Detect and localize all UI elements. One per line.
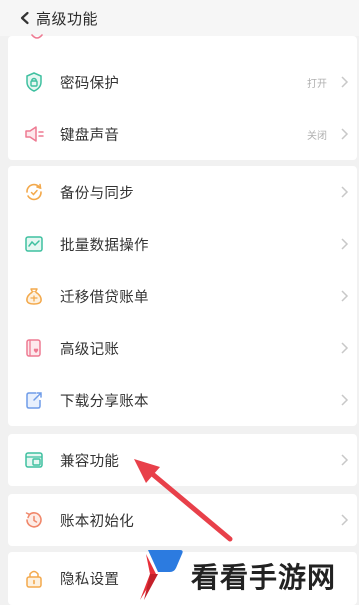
migrate-loan-label: 迁移借贷账单 [60, 289, 149, 306]
chevron-right-icon [341, 454, 349, 466]
lock-shield-icon [22, 70, 46, 94]
data-section: 备份与同步 批量数据操作 迁移借贷账单 高级记账 下载分享账本 [8, 166, 357, 426]
batch-data-row[interactable]: 批量数据操作 [8, 218, 357, 270]
advanced-bookkeeping-row[interactable]: 高级记账 [8, 322, 357, 374]
watermark-logo-icon [140, 550, 183, 600]
password-protection-value: 打开 [307, 78, 327, 90]
top-bar: 高级功能 [0, 0, 359, 36]
backup-sync-label: 备份与同步 [60, 185, 134, 202]
chevron-right-icon [341, 128, 349, 140]
batch-data-label: 批量数据操作 [60, 237, 149, 254]
keyboard-sound-row[interactable]: 键盘声音 关闭 [8, 108, 357, 160]
back-icon[interactable] [18, 11, 32, 25]
watermark: 看看手游网 [128, 540, 359, 605]
keyboard-sound-label: 键盘声音 [60, 127, 120, 144]
sync-icon [22, 180, 46, 204]
page-title: 高级功能 [36, 9, 99, 28]
chevron-right-icon [341, 290, 349, 302]
reset-clock-icon [22, 508, 46, 532]
password-protection-label: 密码保护 [60, 75, 120, 92]
compatibility-label: 兼容功能 [60, 453, 120, 470]
share-book-icon [22, 388, 46, 412]
privacy-settings-label: 隐私设置 [60, 571, 120, 588]
padlock-icon [22, 566, 46, 590]
chevron-right-icon [341, 186, 349, 198]
partial-item-icon [31, 34, 43, 39]
trend-chart-icon [22, 232, 46, 256]
speaker-icon [22, 122, 46, 146]
chevron-right-icon [341, 238, 349, 250]
chevron-right-icon [341, 514, 349, 526]
chevron-right-icon [341, 342, 349, 354]
advanced-bookkeeping-label: 高级记账 [60, 341, 120, 358]
watermark-text: 看看手游网 [191, 561, 337, 594]
money-bag-icon [22, 284, 46, 308]
keyboard-sound-value: 关闭 [307, 130, 327, 142]
backup-sync-row[interactable]: 备份与同步 [8, 166, 357, 218]
download-share-label: 下载分享账本 [60, 393, 149, 410]
window-icon [22, 448, 46, 472]
password-protection-row[interactable]: 密码保护 打开 [8, 56, 357, 108]
security-section: 密码保护 打开 键盘声音 关闭 [8, 34, 357, 160]
annotation-arrow [134, 459, 233, 542]
migrate-loan-row[interactable]: 迁移借贷账单 [8, 270, 357, 322]
chevron-right-icon [341, 394, 349, 406]
ledger-init-label: 账本初始化 [60, 513, 134, 530]
book-heart-icon [22, 336, 46, 360]
chevron-right-icon [341, 76, 349, 88]
download-share-row[interactable]: 下载分享账本 [8, 374, 357, 426]
